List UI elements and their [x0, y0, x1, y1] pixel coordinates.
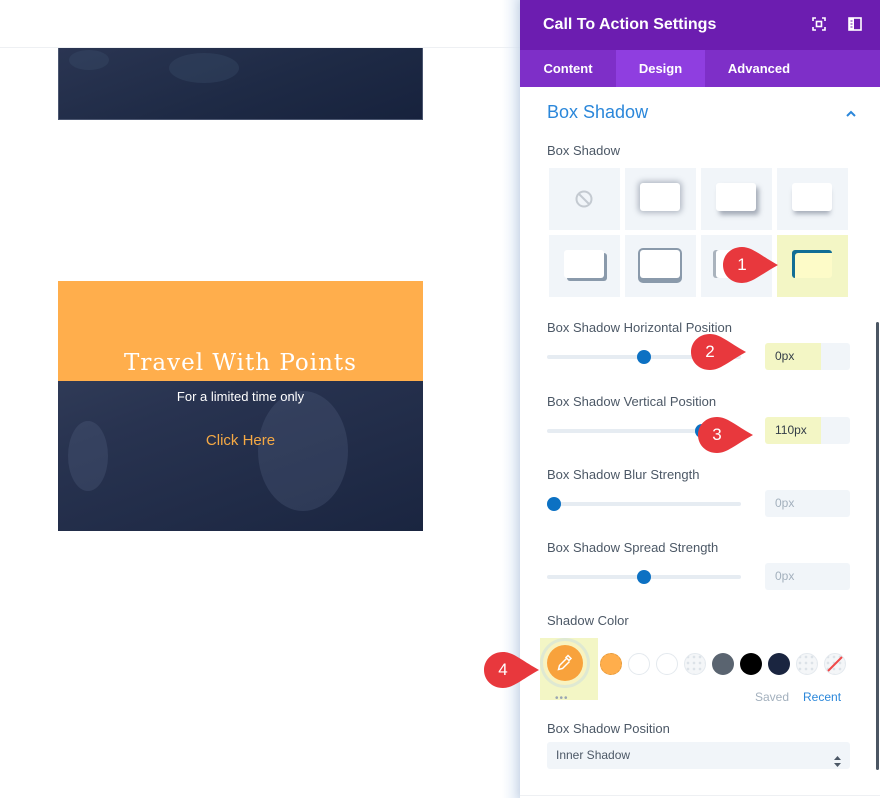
- shadow-color-label: Shadow Color: [547, 613, 629, 628]
- blur-strength-label: Box Shadow Blur Strength: [547, 467, 700, 482]
- preset-preview: [640, 183, 680, 211]
- photo-detail: [69, 50, 109, 70]
- swatch-black[interactable]: [740, 653, 762, 675]
- cta-button[interactable]: Click Here: [58, 432, 423, 449]
- shadow-color-swatches: •••: [540, 638, 857, 704]
- sidebar-toggle-icon[interactable]: [848, 17, 862, 31]
- spread-slider-knob[interactable]: [637, 570, 651, 584]
- canvas-top-strip: [0, 0, 520, 48]
- no-shadow-icon: [575, 190, 593, 208]
- eyedropper-icon: [557, 654, 573, 671]
- panel-tabs: Content Design Advanced: [520, 50, 880, 87]
- panel-header: Call To Action Settings: [520, 0, 880, 50]
- annotation-callout-3: 3: [697, 415, 753, 455]
- shadow-position-label: Box Shadow Position: [547, 721, 670, 736]
- shadow-presets: [549, 168, 849, 297]
- spread-strength-control: [547, 563, 850, 591]
- box-shadow-section-toggle[interactable]: Box Shadow: [547, 102, 857, 123]
- swatch-transparent[interactable]: [684, 653, 706, 675]
- photo-detail: [258, 391, 348, 511]
- swatch-gray[interactable]: [712, 653, 734, 675]
- swatch-white[interactable]: [628, 653, 650, 675]
- more-colors-button[interactable]: •••: [555, 693, 569, 704]
- page-canvas: Travel With Points For a limited time on…: [0, 0, 520, 798]
- callout-number: 1: [737, 255, 747, 274]
- horizontal-slider-knob[interactable]: [637, 350, 651, 364]
- preset-preview: [792, 250, 832, 278]
- callout-number: 3: [712, 425, 722, 444]
- swatch-orange[interactable]: [600, 653, 622, 675]
- panel-scrollbar[interactable]: [876, 322, 879, 770]
- preset-preview: [716, 183, 756, 211]
- swatch-clear[interactable]: [824, 653, 846, 675]
- clear-color-icon: [827, 656, 843, 672]
- expand-icon[interactable]: [812, 17, 826, 31]
- call-to-action-module[interactable]: Travel With Points For a limited time on…: [58, 281, 423, 531]
- blur-strength-control: [547, 490, 850, 518]
- previous-module[interactable]: [58, 48, 423, 120]
- annotation-callout-2: 2: [690, 332, 746, 372]
- chevron-up-icon: [845, 107, 857, 119]
- horizontal-position-input[interactable]: [765, 343, 850, 370]
- swatch-navy[interactable]: [768, 653, 790, 675]
- swatch-transparent-2[interactable]: [796, 653, 818, 675]
- preset-none[interactable]: [549, 168, 620, 230]
- preset-all-around[interactable]: [625, 168, 696, 230]
- recent-colors-tab[interactable]: Recent: [803, 690, 841, 704]
- shadow-position-value: Inner Shadow: [556, 748, 631, 762]
- presets-label: Box Shadow: [547, 143, 620, 158]
- shadow-position-select[interactable]: Inner Shadow: [547, 742, 850, 769]
- vertical-position-input[interactable]: [765, 417, 850, 444]
- preset-bottom-right-hard[interactable]: [549, 235, 620, 297]
- annotation-callout-1: 1: [722, 245, 778, 285]
- blur-slider-track[interactable]: [547, 502, 741, 506]
- preset-preview: [792, 183, 832, 211]
- shadow-color-picker[interactable]: [547, 645, 583, 681]
- spread-strength-label: Box Shadow Spread Strength: [547, 540, 719, 555]
- callout-number: 2: [705, 342, 715, 361]
- preset-bottom-hard[interactable]: [625, 235, 696, 297]
- select-arrows-icon: [834, 750, 841, 777]
- vertical-position-label: Box Shadow Vertical Position: [547, 394, 717, 409]
- blur-slider-knob[interactable]: [547, 497, 561, 511]
- preset-bottom[interactable]: [777, 168, 848, 230]
- preset-inner-top-left[interactable]: [777, 235, 848, 297]
- spread-strength-input[interactable]: [765, 563, 850, 590]
- preset-preview: [564, 250, 604, 278]
- preset-preview: [640, 250, 680, 278]
- section-title: Box Shadow: [547, 102, 649, 122]
- settings-panel: Call To Action Settings Content Design A…: [520, 0, 880, 798]
- swatch-white-2[interactable]: [656, 653, 678, 675]
- divider: [520, 795, 880, 796]
- blur-strength-input[interactable]: [765, 490, 850, 517]
- tab-content[interactable]: Content: [520, 50, 616, 87]
- saved-colors-tab[interactable]: Saved: [755, 690, 789, 704]
- photo-detail: [169, 53, 239, 83]
- preset-bottom-right[interactable]: [701, 168, 772, 230]
- cta-title: Travel With Points: [124, 350, 357, 376]
- cta-subtitle: For a limited time only: [176, 389, 305, 404]
- tab-design[interactable]: Design: [616, 50, 705, 87]
- annotation-callout-4: 4: [483, 650, 539, 690]
- tab-advanced[interactable]: Advanced: [705, 50, 813, 87]
- panel-title: Call To Action Settings: [543, 16, 717, 33]
- callout-number: 4: [498, 660, 508, 679]
